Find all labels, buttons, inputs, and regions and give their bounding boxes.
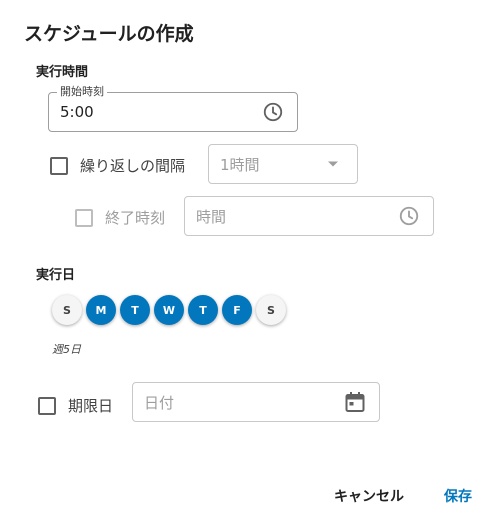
expiry-date-placeholder: 日付 bbox=[144, 393, 175, 412]
end-time-label: 終了時刻 bbox=[105, 209, 166, 227]
repeat-interval-value: 1時間 bbox=[220, 155, 260, 174]
day-chip-tuesday[interactable]: T bbox=[120, 295, 150, 325]
day-chip-saturday[interactable]: S bbox=[256, 295, 286, 325]
dropdown-arrow-icon bbox=[321, 152, 345, 176]
repeat-interval-checkbox[interactable] bbox=[50, 156, 68, 175]
run-days-section-label: 実行日 bbox=[36, 268, 76, 283]
repeat-interval-label: 繰り返しの間隔 bbox=[80, 157, 186, 175]
run-time-section-label: 実行時間 bbox=[36, 65, 89, 80]
start-time-label: 開始時刻 bbox=[57, 85, 107, 99]
clock-icon[interactable] bbox=[397, 204, 421, 228]
expiry-date-field[interactable]: 日付 bbox=[132, 382, 380, 422]
end-time-placeholder: 時間 bbox=[196, 207, 227, 226]
repeat-interval-row: 繰り返しの間隔 bbox=[50, 155, 185, 176]
dialog-title: スケジュールの作成 bbox=[24, 23, 194, 45]
end-time-row: 終了時刻 bbox=[75, 207, 165, 228]
end-time-field[interactable]: 時間 bbox=[184, 196, 434, 236]
day-chip-sunday[interactable]: S bbox=[52, 295, 82, 325]
expiry-checkbox[interactable] bbox=[38, 396, 56, 415]
calendar-icon[interactable] bbox=[343, 390, 367, 414]
start-time-value[interactable]: 5:00 bbox=[60, 103, 261, 121]
day-chip-thursday[interactable]: T bbox=[188, 295, 218, 325]
end-time-checkbox[interactable] bbox=[75, 208, 93, 227]
day-selector: S M T W T F S bbox=[52, 295, 286, 325]
days-summary: 週5日 bbox=[52, 343, 81, 356]
repeat-interval-select[interactable]: 1時間 bbox=[208, 144, 358, 184]
start-time-field[interactable]: 開始時刻 5:00 bbox=[48, 85, 298, 132]
day-chip-wednesday[interactable]: W bbox=[154, 295, 184, 325]
create-schedule-dialog: スケジュールの作成 実行時間 開始時刻 5:00 繰り返しの間隔 1時間 終了時… bbox=[0, 0, 500, 520]
clock-icon[interactable] bbox=[261, 100, 285, 124]
day-chip-friday[interactable]: F bbox=[222, 295, 252, 325]
cancel-button[interactable]: キャンセル bbox=[334, 486, 404, 506]
expiry-row: 期限日 bbox=[38, 395, 113, 416]
expiry-label: 期限日 bbox=[68, 397, 114, 415]
save-button[interactable]: 保存 bbox=[444, 486, 472, 506]
day-chip-monday[interactable]: M bbox=[86, 295, 116, 325]
